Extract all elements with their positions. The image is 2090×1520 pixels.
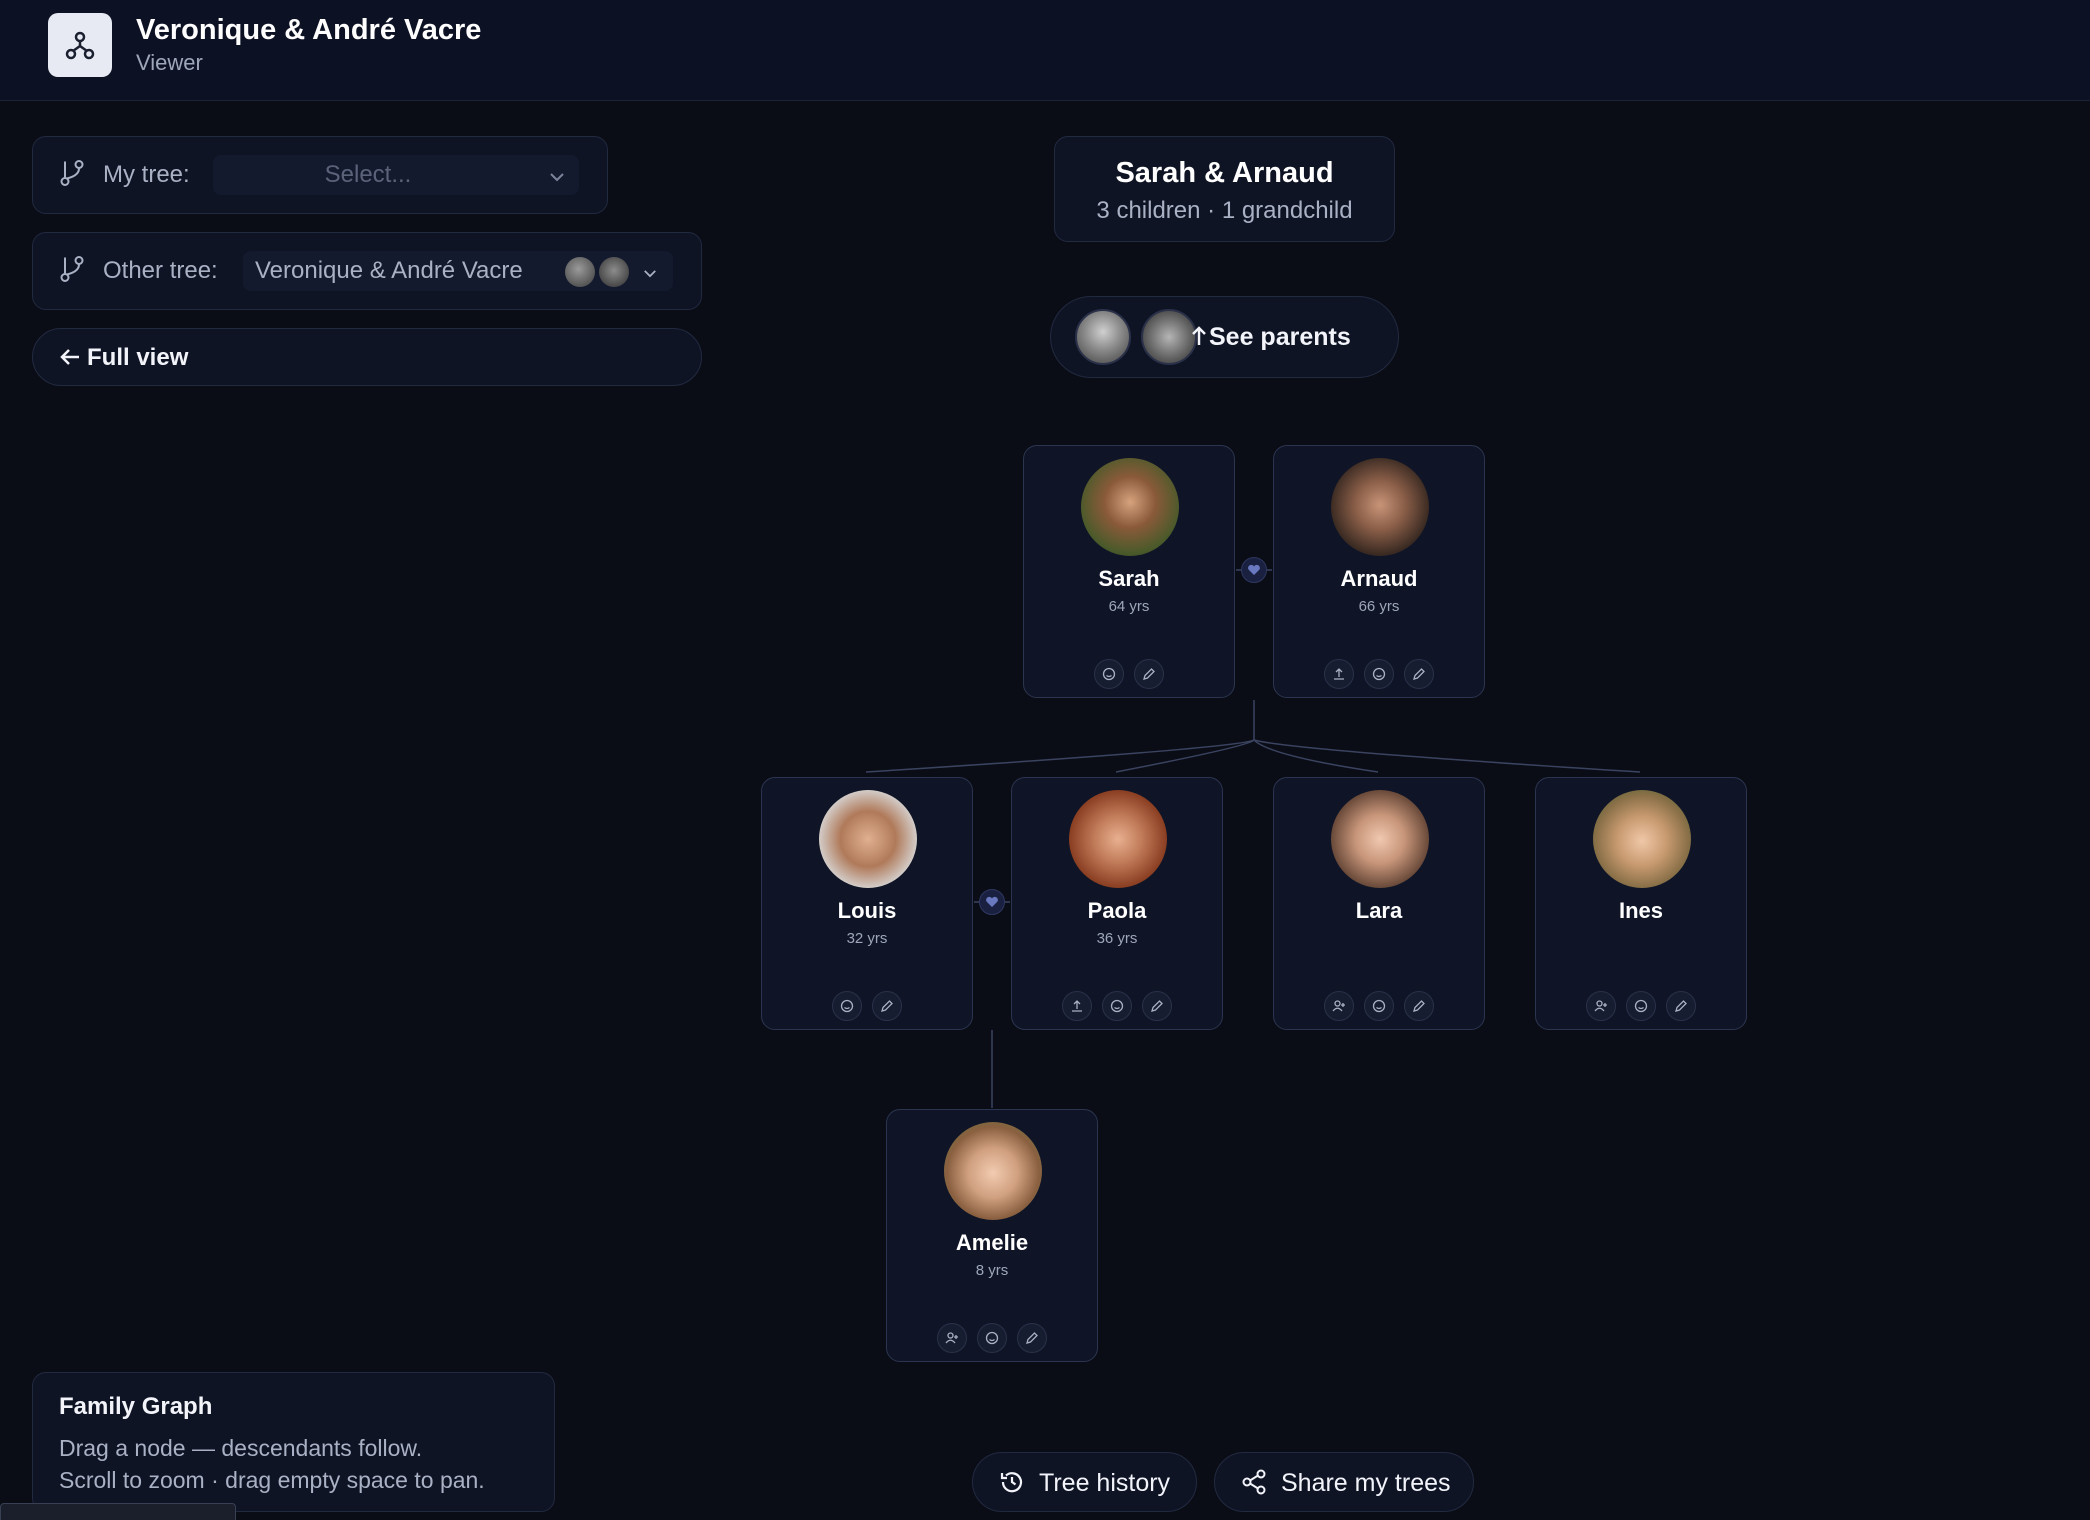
person-name: Sarah — [1098, 566, 1160, 591]
person-name: Lara — [1355, 898, 1403, 923]
avatar — [944, 1122, 1042, 1220]
add-user-icon[interactable] — [1586, 991, 1616, 1021]
help-line-zoom: Scroll to zoom · drag empty space to pan… — [59, 1467, 485, 1493]
pencil-icon[interactable] — [872, 991, 902, 1021]
family-graph-help-card: Family Graph Drag a node — descendants f… — [32, 1372, 555, 1512]
couple-subtitle: 3 children · 1 grandchild — [1096, 197, 1353, 224]
person-age: 66 yrs — [1358, 598, 1400, 615]
help-line-drag: Drag a node — descendants follow. — [59, 1435, 423, 1461]
tree-history-label: Tree history — [1039, 1469, 1171, 1497]
couple-summary-card: Sarah & Arnaud 3 children · 1 grandchild — [1054, 136, 1395, 242]
person-card-sarah[interactable]: Sarah 64 yrs — [1023, 445, 1235, 698]
pencil-icon[interactable] — [1404, 991, 1434, 1021]
couple-title: Sarah & Arnaud — [1115, 157, 1334, 189]
smile-icon[interactable] — [1102, 991, 1132, 1021]
avatar — [1593, 790, 1691, 888]
upload-icon[interactable] — [1324, 659, 1354, 689]
history-icon — [999, 1469, 1025, 1500]
parent-avatar-1 — [1075, 309, 1131, 365]
person-name: Ines — [1618, 898, 1664, 923]
tree-history-button[interactable]: Tree history — [972, 1452, 1197, 1512]
avatar — [1331, 790, 1429, 888]
smile-icon[interactable] — [1094, 659, 1124, 689]
person-name: Arnaud — [1340, 566, 1418, 591]
bottom-corner-tab — [0, 1503, 236, 1520]
smile-icon[interactable] — [1364, 659, 1394, 689]
person-card-louis[interactable]: Louis 32 yrs — [761, 777, 973, 1030]
person-age: 36 yrs — [1096, 930, 1138, 947]
pencil-icon[interactable] — [1134, 659, 1164, 689]
heart-icon — [979, 889, 1005, 915]
person-card-paola[interactable]: Paola 36 yrs — [1011, 777, 1223, 1030]
share-trees-button[interactable]: Share my trees — [1214, 1452, 1474, 1512]
add-user-icon[interactable] — [1324, 991, 1354, 1021]
person-card-lara[interactable]: Lara — [1273, 777, 1485, 1030]
heart-icon — [1241, 557, 1267, 583]
person-name: Louis — [837, 898, 897, 923]
person-name: Amelie — [955, 1230, 1029, 1255]
person-card-arnaud[interactable]: Arnaud 66 yrs — [1273, 445, 1485, 698]
upload-icon[interactable] — [1062, 991, 1092, 1021]
person-card-ines[interactable]: Ines — [1535, 777, 1747, 1030]
see-parents-label: See parents — [1209, 323, 1351, 351]
arrow-up-icon — [1191, 325, 1207, 352]
pencil-icon[interactable] — [1017, 1323, 1047, 1353]
pencil-icon[interactable] — [1404, 659, 1434, 689]
avatar — [1069, 790, 1167, 888]
share-icon — [1241, 1469, 1267, 1500]
person-age: 32 yrs — [846, 930, 888, 947]
avatar — [1331, 458, 1429, 556]
smile-icon[interactable] — [1364, 991, 1394, 1021]
help-title: Family Graph — [59, 1393, 213, 1420]
person-age: 8 yrs — [975, 1262, 1009, 1279]
smile-icon[interactable] — [1626, 991, 1656, 1021]
person-age: 64 yrs — [1108, 598, 1150, 615]
person-name: Paola — [1087, 898, 1147, 923]
avatar — [819, 790, 917, 888]
pencil-icon[interactable] — [1142, 991, 1172, 1021]
parent-avatar-2 — [1141, 309, 1197, 365]
smile-icon[interactable] — [832, 991, 862, 1021]
see-parents-button[interactable]: See parents — [1050, 296, 1399, 378]
pencil-icon[interactable] — [1666, 991, 1696, 1021]
smile-icon[interactable] — [977, 1323, 1007, 1353]
person-card-amelie[interactable]: Amelie 8 yrs — [886, 1109, 1098, 1362]
share-trees-label: Share my trees — [1281, 1469, 1451, 1497]
avatar — [1081, 458, 1179, 556]
add-user-icon[interactable] — [937, 1323, 967, 1353]
